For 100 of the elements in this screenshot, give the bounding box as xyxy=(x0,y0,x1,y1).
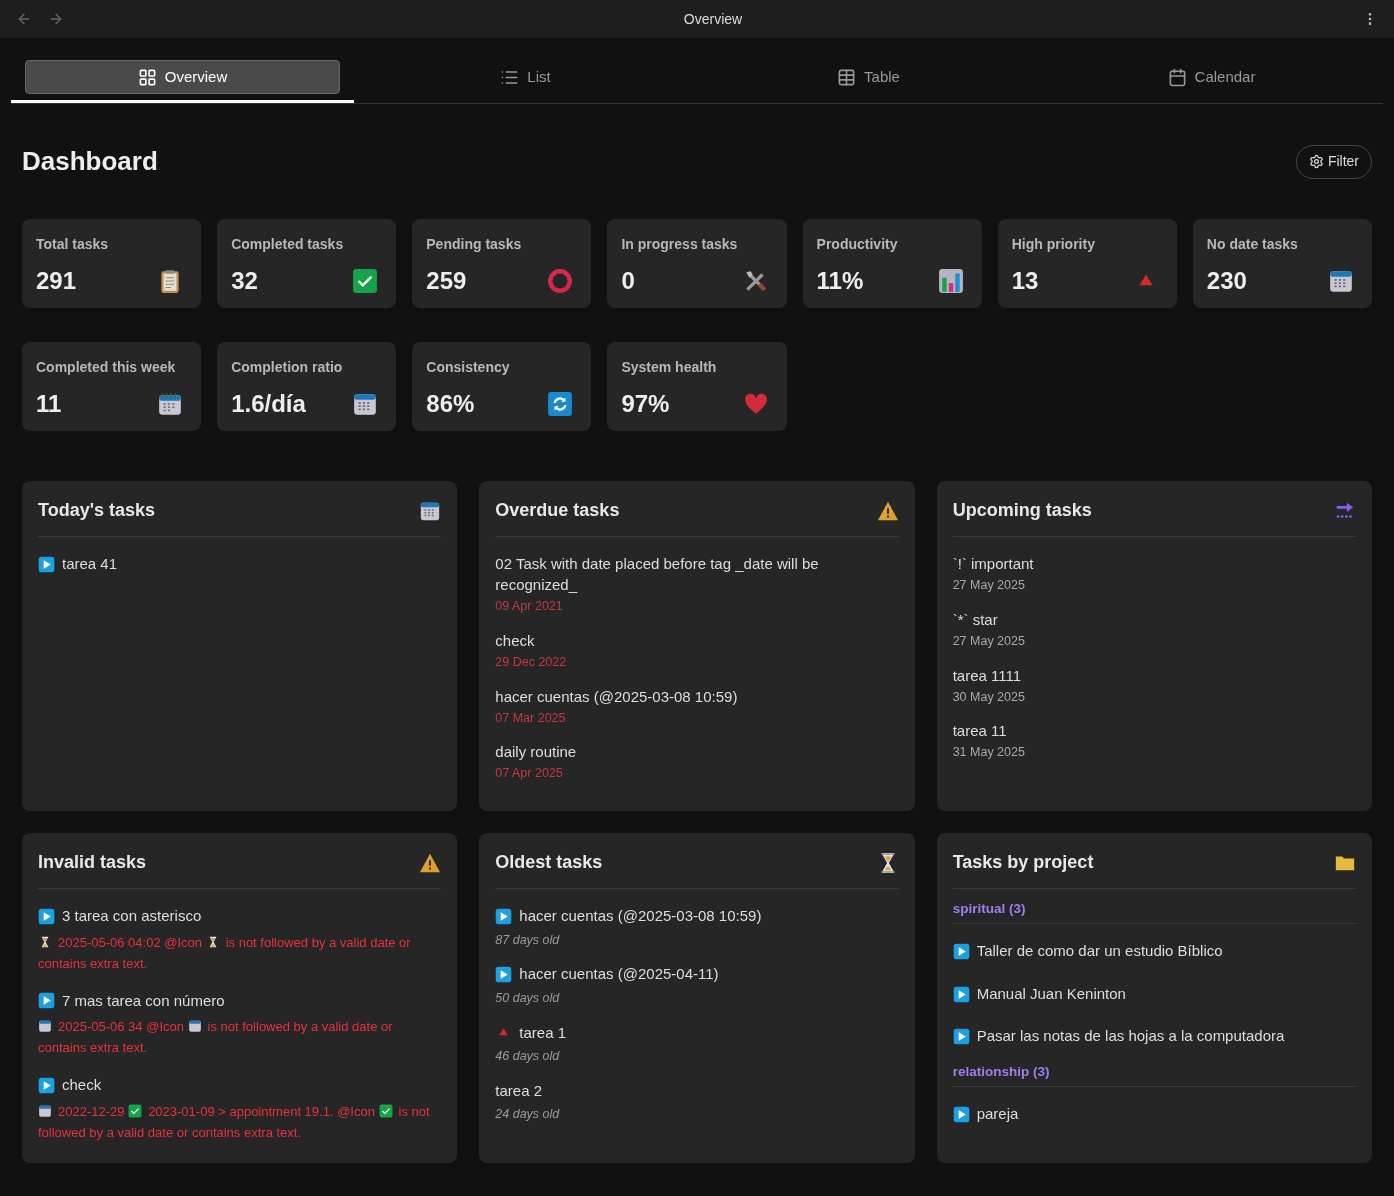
task-name[interactable]: `!` important xyxy=(952,553,1356,574)
due-date: 27 May 2025 xyxy=(952,577,1026,594)
task-name[interactable]: 02 Task with date placed before tag _date will be recognized_ xyxy=(495,553,899,595)
task-name[interactable]: 7 mas tarea con número xyxy=(62,989,225,1012)
task-age: 87 days old xyxy=(495,931,561,949)
task-name[interactable]: hacer cuentas (@2025-03-08 10:59) xyxy=(519,905,762,928)
play-icon xyxy=(38,907,55,925)
play-icon xyxy=(952,985,970,1003)
task-name[interactable]: `*` star xyxy=(952,608,1356,630)
calendar-icon xyxy=(352,391,379,417)
stat-value: 230 xyxy=(1206,266,1247,296)
stat-label: No date tasks xyxy=(1206,235,1299,254)
checkmark-icon xyxy=(352,268,379,294)
task-name[interactable]: tarea 11 xyxy=(952,720,1356,742)
stat-value: 86% xyxy=(426,389,475,419)
due-date: 29 Dec 2022 xyxy=(495,653,568,671)
due-date: 30 May 2025 xyxy=(952,688,1026,706)
stat-label: Completion ratio xyxy=(231,358,344,377)
error-text: is not followed by a valid date or xyxy=(207,1019,393,1034)
task-name[interactable]: hacer cuentas (@2025-03-08 10:59) xyxy=(495,685,899,707)
task-name[interactable]: 3 tarea con asterisco xyxy=(62,905,202,928)
stat-label: Total tasks xyxy=(36,235,110,254)
error-text: contains extra text. xyxy=(38,1040,148,1055)
due-date: 31 May 2025 xyxy=(952,744,1026,762)
task-name[interactable]: Pasar las notas de las hojas a la computadora xyxy=(976,1025,1285,1048)
error-text: is not xyxy=(398,1103,430,1119)
page-heading: Dashboard xyxy=(22,145,158,178)
panel-title: Upcoming tasks xyxy=(952,499,1092,522)
calendar-icon xyxy=(38,1019,52,1033)
error-text: 2022-12-29 xyxy=(58,1103,125,1119)
error-text: 2025-05-06 04:02 @Icon xyxy=(58,934,203,950)
play-icon xyxy=(38,992,55,1010)
task-name[interactable]: daily routine xyxy=(495,741,899,763)
stat-value: 0 xyxy=(621,266,635,296)
checkmark-icon xyxy=(128,1103,143,1118)
play-icon xyxy=(495,907,513,925)
task-name[interactable]: tarea 41 xyxy=(62,553,118,576)
stat-value: 97% xyxy=(621,389,670,419)
settings-icon xyxy=(1308,154,1324,169)
task-name[interactable]: hacer cuentas (@2025-04-11) xyxy=(519,963,719,986)
play-icon xyxy=(952,1028,970,1045)
task-name[interactable]: tarea 1 xyxy=(519,1021,567,1044)
stat-label: Productivity xyxy=(816,235,899,254)
tab-icon xyxy=(837,67,857,87)
tab-icon xyxy=(1167,67,1187,87)
project-heading[interactable]: relationship (3) xyxy=(952,1061,1356,1087)
error-text: 2023-01-09 > appointment 19.1. @Icon xyxy=(148,1103,375,1119)
calendar-icon xyxy=(1328,268,1354,294)
panel-title: Today's tasks xyxy=(38,499,155,522)
circle-icon xyxy=(547,268,574,294)
project-heading[interactable]: spiritual (3) xyxy=(952,899,1356,925)
calendar-icon xyxy=(157,391,184,417)
bar-chart-icon xyxy=(937,268,964,294)
calendar-icon xyxy=(38,1103,52,1118)
panel-title: Tasks by project xyxy=(952,851,1094,874)
stat-value: 11% xyxy=(816,266,864,296)
task-name[interactable]: check xyxy=(495,629,899,651)
stat-value: 11 xyxy=(36,389,62,419)
error-text: followed by a valid date or contains extra text. xyxy=(38,1124,302,1140)
error-text: contains extra text. xyxy=(38,955,148,971)
tab[interactable]: Calendar xyxy=(1054,60,1369,94)
tab[interactable]: Table xyxy=(711,60,1026,94)
due-date: 27 May 2025 xyxy=(952,632,1026,650)
stat-value: 13 xyxy=(1011,266,1039,296)
checkmark-icon xyxy=(378,1103,393,1118)
stat-label: System health xyxy=(621,358,718,377)
window-title: Overview xyxy=(683,9,743,29)
task-name[interactable]: Taller de como dar un estudio Bíblico xyxy=(976,940,1223,963)
calendar-icon xyxy=(187,1019,202,1033)
task-name[interactable]: tarea 2 xyxy=(495,1079,543,1103)
stat-value: 291 xyxy=(36,266,77,296)
stat-label: Consistency xyxy=(426,358,511,377)
stat-label: Completed this week xyxy=(36,358,177,377)
play-icon xyxy=(38,1076,55,1094)
task-name[interactable]: Manual Juan Keninton xyxy=(976,982,1126,1006)
task-name[interactable]: check xyxy=(62,1074,102,1097)
tab-icon xyxy=(137,67,157,87)
due-date: 09 Apr 2021 xyxy=(495,598,564,615)
task-name[interactable]: tarea 1111 xyxy=(952,664,1356,686)
forward-button[interactable] xyxy=(48,11,64,27)
task-name[interactable]: pareja xyxy=(976,1103,1019,1126)
play-icon xyxy=(952,1105,970,1123)
stat-value: 259 xyxy=(426,266,467,296)
due-date: 07 Apr 2025 xyxy=(495,765,564,783)
error-text: is not followed by a valid date or xyxy=(225,934,411,950)
tab[interactable]: List xyxy=(368,60,683,94)
play-icon xyxy=(495,966,513,983)
stat-label: Completed tasks xyxy=(231,235,345,254)
play-icon xyxy=(952,943,970,960)
error-text: 2025-05-06 34 @Icon xyxy=(58,1019,184,1034)
stat-label: High priority xyxy=(1011,235,1096,254)
task-age: 46 days old xyxy=(495,1048,561,1065)
back-button[interactable] xyxy=(16,11,32,27)
due-date: 07 Mar 2025 xyxy=(495,709,567,727)
stat-value: 32 xyxy=(231,266,258,296)
tab[interactable]: Overview xyxy=(25,60,340,94)
panel-title: Invalid tasks xyxy=(38,851,147,874)
stat-label: Pending tasks xyxy=(426,235,523,254)
panel-title: Oldest tasks xyxy=(495,851,603,874)
task-age: 24 days old xyxy=(495,1106,561,1124)
